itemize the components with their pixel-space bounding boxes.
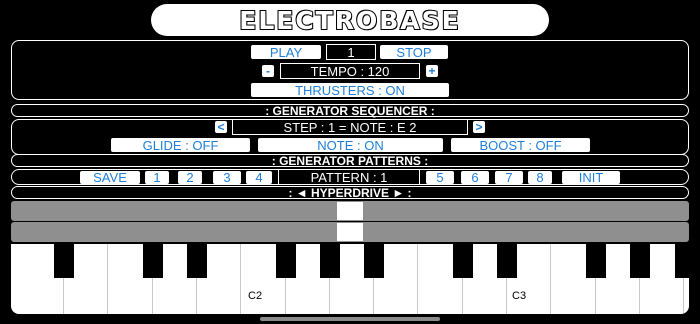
black-key[interactable] <box>320 244 340 278</box>
app-logo-bar: ELECTROBASE <box>151 4 549 36</box>
black-key[interactable] <box>276 244 296 278</box>
pattern-slot-5-button[interactable]: 5 <box>426 170 454 185</box>
key-label-c3: C3 <box>512 290 527 302</box>
tempo-increase-button[interactable]: + <box>426 64 438 78</box>
key-label-c2: C2 <box>248 290 263 302</box>
hyperdrive-slider-2[interactable] <box>11 222 689 242</box>
stop-button[interactable]: STOP <box>380 45 448 60</box>
tempo-display: TEMPO : 120 <box>280 63 420 79</box>
black-key[interactable] <box>187 244 207 278</box>
pattern-slot-8-button[interactable]: 8 <box>528 170 552 185</box>
sequencer-heading: : GENERATOR SEQUENCER : <box>11 104 689 118</box>
boost-toggle[interactable]: BOOST : OFF <box>451 138 590 153</box>
pattern-slot-2-button[interactable]: 2 <box>178 170 202 185</box>
patterns-heading: : GENERATOR PATTERNS : <box>11 154 689 168</box>
hyperdrive-heading: : ◄ HYPERDRIVE ► : <box>11 186 689 200</box>
tempo-decrease-button[interactable]: - <box>262 64 274 78</box>
black-key[interactable] <box>453 244 473 278</box>
step-next-button[interactable]: > <box>473 120 485 134</box>
slider-1-thumb[interactable] <box>337 202 363 220</box>
pattern-init-button[interactable]: INIT <box>562 170 620 185</box>
step-display: STEP : 1 = NOTE : E 2 <box>232 119 468 135</box>
pattern-slot-4-button[interactable]: 4 <box>246 170 272 185</box>
hyperdrive-slider-1[interactable] <box>11 201 689 221</box>
note-toggle[interactable]: NOTE : ON <box>258 138 443 153</box>
pattern-display: PATTERN : 1 <box>278 169 420 185</box>
pattern-save-button[interactable]: SAVE <box>80 170 140 185</box>
slider-2-thumb[interactable] <box>337 223 363 241</box>
black-key[interactable] <box>675 244 689 278</box>
pattern-slot-7-button[interactable]: 7 <box>495 170 523 185</box>
play-button[interactable]: PLAY <box>251 45 321 60</box>
black-key[interactable] <box>497 244 517 278</box>
pattern-slot-3-button[interactable]: 3 <box>213 170 241 185</box>
black-key[interactable] <box>143 244 163 278</box>
step-prev-button[interactable]: < <box>215 120 227 134</box>
black-key[interactable] <box>364 244 384 278</box>
thrusters-toggle[interactable]: THRUSTERS : ON <box>251 83 449 98</box>
app-logo: ELECTROBASE <box>238 5 461 36</box>
glide-toggle[interactable]: GLIDE : OFF <box>111 138 250 153</box>
black-key[interactable] <box>586 244 606 278</box>
home-indicator <box>260 317 440 321</box>
black-key[interactable] <box>54 244 74 278</box>
piano-keyboard: C2 C3 <box>11 244 689 314</box>
pattern-slot-6-button[interactable]: 6 <box>461 170 489 185</box>
pattern-slot-1-button[interactable]: 1 <box>145 170 169 185</box>
black-key[interactable] <box>630 244 650 278</box>
bar-counter-display: 1 <box>326 44 376 60</box>
